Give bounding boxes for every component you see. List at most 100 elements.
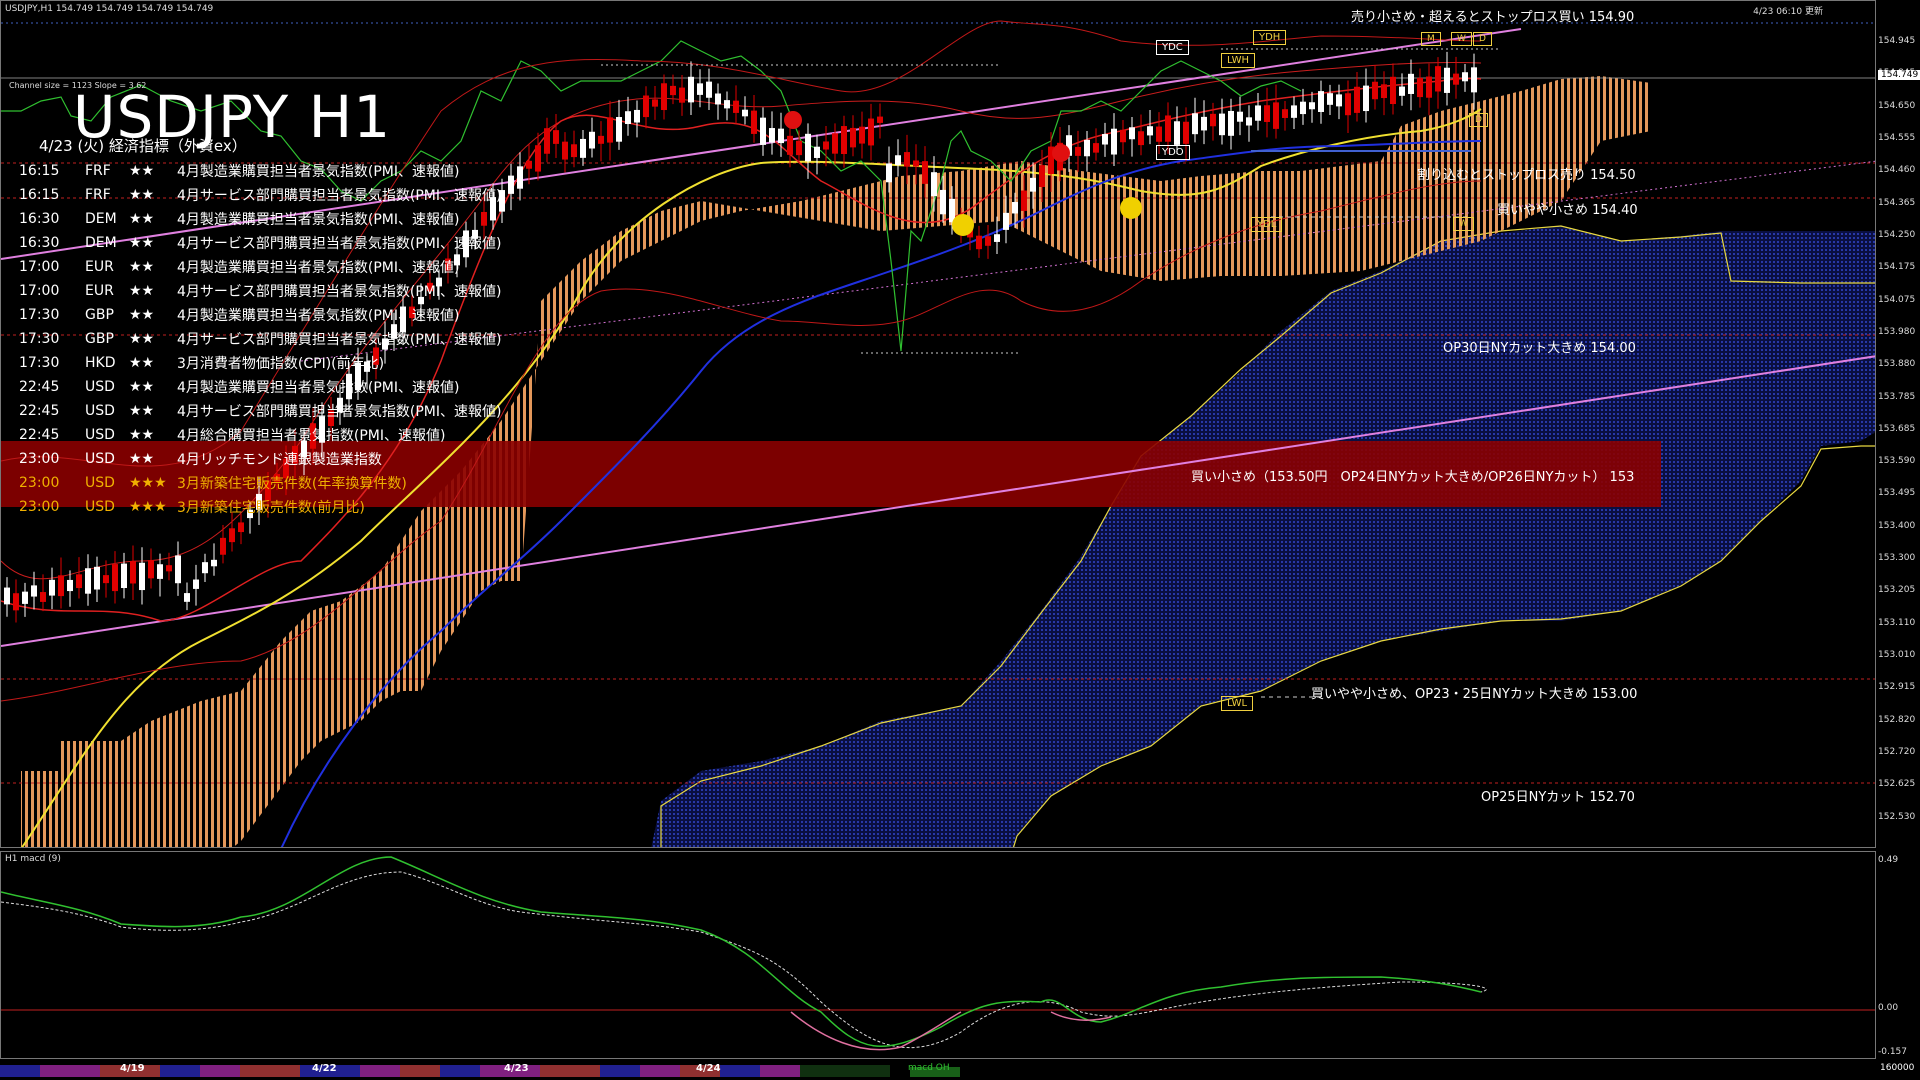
event-time: 22:45 <box>19 427 60 443</box>
macd-negative <box>790 1011 962 1051</box>
macd-pane[interactable]: H1 macd (9) <box>0 851 1876 1059</box>
event-name: 4月製造業購買担当者景気指数(PMI、速報値) <box>177 212 460 228</box>
annotation: 買いやや小さめ 154.40 <box>1497 203 1638 218</box>
candle-body <box>724 100 730 109</box>
event-time: 16:15 <box>19 187 60 203</box>
price-label: 154.945 <box>1878 36 1916 46</box>
event-row: 17:00 EUR ★★ 4月サービス部門購買担当者景気指数(PMI、速報値) <box>19 279 579 303</box>
event-row: 23:00 USD ★★ 4月リッチモンド連銀製造業指数 <box>19 447 579 471</box>
candle-body <box>706 81 712 98</box>
candle-body <box>787 135 793 155</box>
event-row: 22:45 USD ★★ 4月サービス部門購買担当者景気指数(PMI、速報値) <box>19 399 579 423</box>
candle-body <box>58 575 64 597</box>
ydc-box: YDC <box>1156 40 1189 55</box>
candle-body <box>589 131 595 149</box>
candle-body <box>571 144 577 158</box>
event-row: 17:00 EUR ★★ 4月製造業購買担当者景気指数(PMI、速報値) <box>19 255 579 279</box>
w-box-2: W <box>1453 217 1474 231</box>
event-name: 4月サービス部門購買担当者景気指数(PMI、速報値) <box>177 332 502 348</box>
candle-body <box>229 528 235 543</box>
time-label: 4/19 <box>120 1063 145 1074</box>
candle-body <box>157 564 163 579</box>
candle-body <box>85 568 91 594</box>
candle-body <box>940 189 946 215</box>
ydo-box: YDO <box>1156 145 1190 160</box>
candle-body <box>1336 94 1342 107</box>
event-currency: EUR <box>85 259 114 275</box>
event-stars: ★★ <box>129 235 155 251</box>
signal-marker <box>1052 144 1070 162</box>
event-currency: EUR <box>85 283 114 299</box>
candle-body <box>859 126 865 144</box>
event-currency: USD <box>85 427 115 443</box>
current-price-tag: 154.749 <box>1878 70 1920 80</box>
candle-body <box>1147 126 1153 136</box>
candle-body <box>40 592 46 602</box>
candle-body <box>679 87 685 103</box>
candle-body <box>598 135 604 144</box>
event-time: 22:45 <box>19 379 60 395</box>
event-time: 16:30 <box>19 211 60 227</box>
price-scale[interactable]: 154.945154.845154.650154.555154.460154.3… <box>1876 0 1920 848</box>
event-time: 17:00 <box>19 283 60 299</box>
candle-body <box>778 128 784 144</box>
price-label: 152.720 <box>1878 747 1916 758</box>
candle-body <box>1417 77 1423 98</box>
event-name: 4月サービス部門購買担当者景気指数(PMI、速報値) <box>177 404 502 420</box>
candle-body <box>4 587 10 605</box>
event-time: 17:30 <box>19 307 60 323</box>
main-chart-pane[interactable]: USDJPY,H1 154.749 154.749 154.749 154.74… <box>0 0 1876 848</box>
event-currency: HKD <box>85 355 116 371</box>
candle-body <box>1408 73 1414 94</box>
event-stars: ★★★ <box>129 475 167 491</box>
candle-body <box>67 579 73 592</box>
candle-body <box>22 591 28 604</box>
event-currency: USD <box>85 451 115 467</box>
price-label: 153.685 <box>1878 423 1916 434</box>
annotation: 買い小さめ（153.50円 OP24日NYカット大きめ/OP26日NYカット） … <box>1191 470 1635 485</box>
update-time: 4/23 06:10 更新 <box>1753 7 1823 17</box>
event-name: 4月サービス部門購買担当者景気指数(PMI、速報値) <box>177 236 502 252</box>
price-label: 153.590 <box>1878 456 1916 467</box>
candle-body <box>13 593 19 611</box>
candle-body <box>634 109 640 123</box>
price-label: 153.785 <box>1878 391 1916 402</box>
signal-marker <box>1120 197 1142 219</box>
candle-body <box>1219 113 1225 136</box>
candle-body <box>1120 129 1126 143</box>
candle-body <box>1192 113 1198 135</box>
candle-body <box>688 76 694 103</box>
event-name: 4月サービス部門購買担当者景気指数(PMI、速報値) <box>177 188 502 204</box>
candle-body <box>1165 115 1171 142</box>
candle-body <box>103 575 109 584</box>
time-axis[interactable]: 4/19 4/22 4/23 4/24 macd OH 160000 <box>0 1059 1914 1080</box>
event-time: 17:30 <box>19 331 60 347</box>
event-stars: ★★ <box>129 379 155 395</box>
candle-body <box>922 161 928 184</box>
price-label: 152.625 <box>1878 779 1916 790</box>
candle-body <box>715 93 721 105</box>
m-box: M <box>1421 32 1441 46</box>
price-label: 152.820 <box>1878 714 1916 725</box>
price-label: 153.110 <box>1878 617 1916 628</box>
candle-body <box>1102 134 1108 145</box>
candle-body <box>616 117 622 142</box>
event-row: 16:15 FRF ★★ 4月製造業購買担当者景気指数(PMI、速報値) <box>19 159 579 183</box>
candle-body <box>1273 102 1279 129</box>
candle-body <box>1003 212 1009 230</box>
chart-info: USDJPY,H1 154.749 154.749 154.749 154.74… <box>5 4 214 14</box>
signal-marker <box>952 214 974 236</box>
candle-body <box>220 537 226 555</box>
candle-body <box>1183 121 1189 144</box>
price-label: 153.495 <box>1878 488 1916 499</box>
candle-body <box>580 138 586 158</box>
candle-body <box>814 146 820 158</box>
event-time: 23:00 <box>19 475 60 491</box>
macd-canvas[interactable] <box>1 852 1876 1059</box>
candle-body <box>1300 101 1306 115</box>
event-time: 16:30 <box>19 235 60 251</box>
event-currency: GBP <box>85 331 114 347</box>
candle-body <box>1381 84 1387 99</box>
event-stars: ★★ <box>129 259 155 275</box>
candle-body <box>238 522 244 533</box>
